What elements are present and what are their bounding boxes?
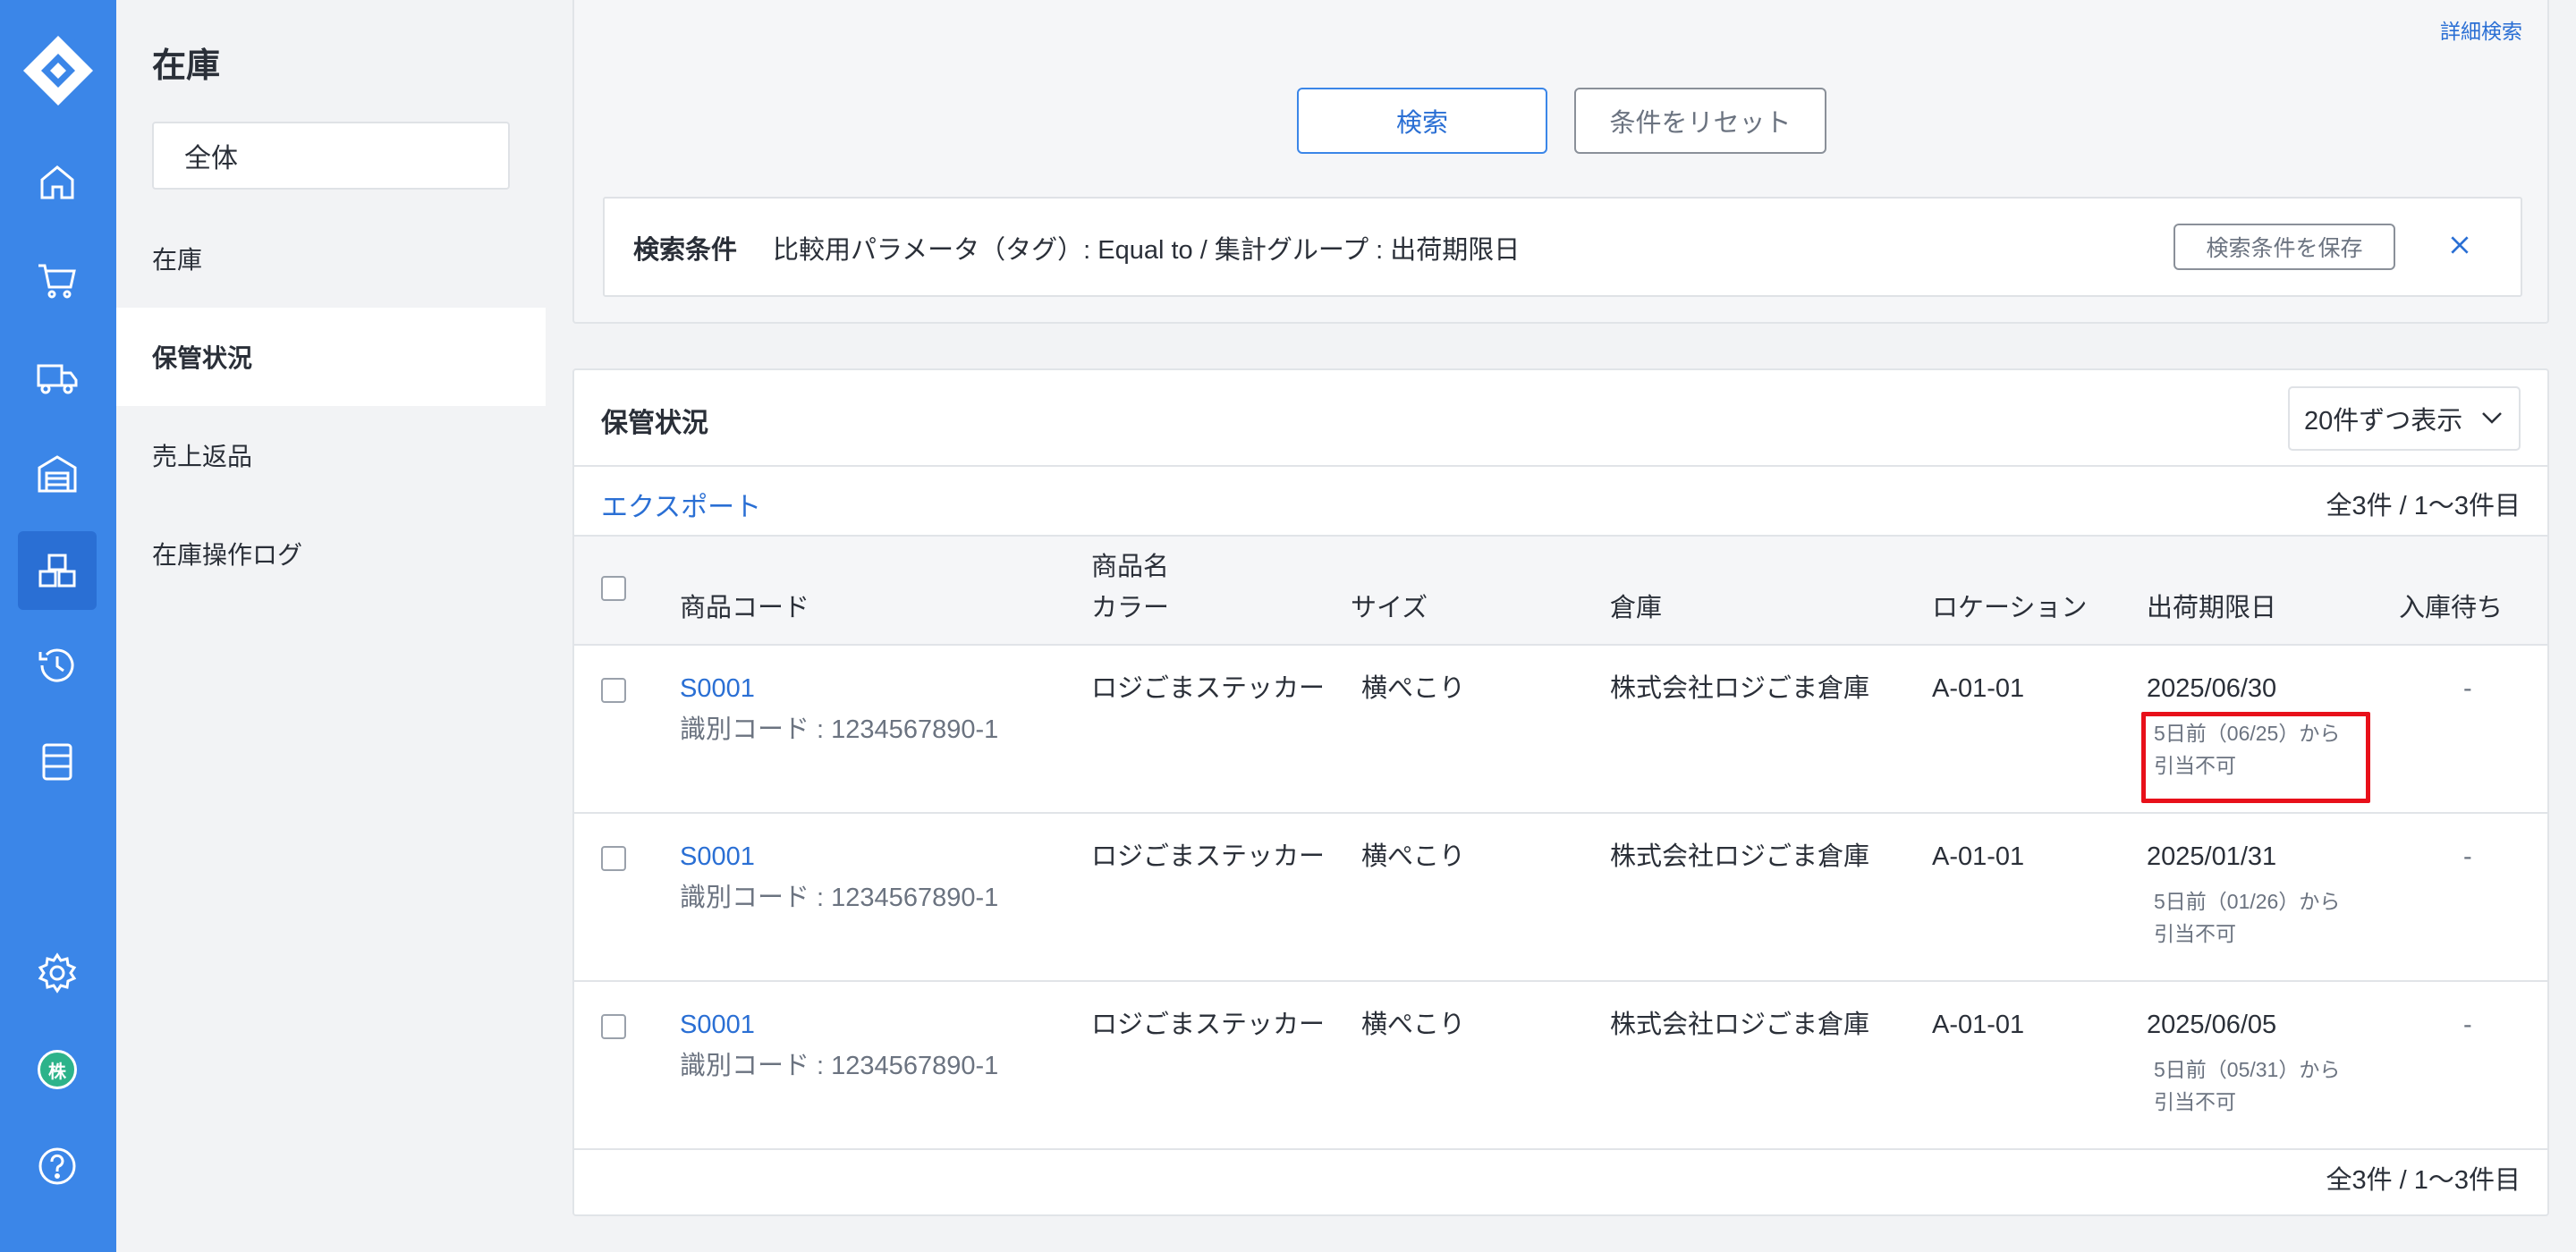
location: A-01-01 (1932, 674, 2025, 703)
warehouse-icon[interactable] (18, 435, 97, 513)
pending: - (2463, 1011, 2472, 1039)
sidebar-item-operation-log[interactable]: 在庫操作ログ (116, 504, 546, 603)
truck-icon[interactable] (18, 338, 97, 417)
results-title: 保管状況 (601, 409, 708, 438)
warehouse: 株式会社ロジごま倉庫 (1610, 1011, 1870, 1039)
close-icon[interactable] (2440, 225, 2479, 265)
results-panel: 保管状況 20件ずつ表示 エクスポート 全3件 / 1〜3件目 商品コード 商品… (572, 368, 2549, 1216)
select-all-checkbox[interactable] (601, 576, 626, 601)
deadline-note: 5日前（01/26）から (2154, 890, 2341, 913)
size: 横ぺこり (1361, 842, 1466, 871)
gear-icon[interactable] (18, 934, 97, 1012)
sidebar-item-inventory[interactable]: 在庫 (116, 209, 546, 308)
table-row[interactable]: S0001 識別コード : 1234567890-1 ロジごまステッカー 横ぺこ… (574, 646, 2547, 814)
col-code: 商品コード (680, 594, 810, 622)
table-header: 商品コード 商品名 カラー サイズ 倉庫 ロケーション 出荷期限日 入庫待ち (574, 537, 2547, 646)
save-condition-button[interactable]: 検索条件を保存 (2174, 224, 2395, 270)
id-code: 識別コード : 1234567890-1 (680, 715, 999, 744)
sidebar-title: 在庫 (152, 47, 221, 85)
deadline: 2025/06/30 (2147, 674, 2277, 703)
scope-select[interactable]: 全体 (152, 122, 510, 190)
cart-icon[interactable] (18, 241, 97, 320)
search-panel: 詳細検索 検索 条件をリセット 検索条件 比較用パラメータ（タグ）: Equal… (572, 0, 2549, 324)
results-toolbar: エクスポート 全3件 / 1〜3件目 (574, 467, 2547, 537)
deadline-status: 引当不可 (2154, 1090, 2236, 1113)
product-code-link[interactable]: S0001 (680, 671, 755, 706)
pending: - (2463, 674, 2472, 703)
col-deadline: 出荷期限日 (2147, 594, 2277, 622)
col-color: カラー (1091, 594, 1170, 622)
col-size: サイズ (1351, 594, 1428, 622)
deadline: 2025/01/31 (2147, 842, 2277, 871)
inventory-icon[interactable] (18, 531, 97, 610)
export-link[interactable]: エクスポート (601, 485, 761, 524)
row-checkbox[interactable] (601, 846, 626, 871)
history-icon[interactable] (18, 626, 97, 705)
table-row[interactable]: S0001 識別コード : 1234567890-1 ロジごまステッカー 横ぺこ… (574, 814, 2547, 982)
pending: - (2463, 842, 2472, 871)
condition-label: 検索条件 (633, 236, 738, 265)
main-content: 詳細検索 検索 条件をリセット 検索条件 比較用パラメータ（タグ）: Equal… (546, 0, 2576, 1252)
search-button[interactable]: 検索 (1297, 88, 1547, 154)
per-page-value: 20件ずつ表示 (2304, 407, 2463, 436)
size: 横ぺこり (1361, 1011, 1466, 1039)
sidebar: 在庫 全体 在庫 保管状況 売上返品 在庫操作ログ (116, 0, 546, 1252)
advanced-search-link[interactable]: 詳細検索 (2440, 14, 2522, 45)
condition-text: 比較用パラメータ（タグ）: Equal to / 集計グループ : 出荷期限日 (773, 236, 1521, 265)
location: A-01-01 (1932, 1011, 2025, 1039)
product-code-link[interactable]: S0001 (680, 1007, 755, 1043)
deadline: 2025/06/05 (2147, 1011, 2277, 1039)
chevron-down-icon (2482, 412, 2502, 424)
product-name: ロジごまステッカー (1091, 1011, 1326, 1039)
deadline-note: 5日前（05/31）から (2154, 1058, 2341, 1081)
logo-icon[interactable] (20, 32, 97, 109)
avatar[interactable]: 株 (18, 1030, 97, 1109)
location: A-01-01 (1932, 842, 2025, 871)
product-name: ロジごまステッカー (1091, 674, 1326, 703)
sidebar-item-storage[interactable]: 保管状況 (116, 308, 546, 406)
footer-result-count: 全3件 / 1〜3件目 (2326, 1166, 2521, 1195)
results-header: 保管状況 20件ずつ表示 (574, 370, 2547, 467)
id-code: 識別コード : 1234567890-1 (680, 1052, 999, 1080)
row-checkbox[interactable] (601, 678, 626, 703)
col-location: ロケーション (1932, 594, 2088, 622)
warehouse: 株式会社ロジごま倉庫 (1610, 842, 1870, 871)
product-code-link[interactable]: S0001 (680, 839, 755, 875)
id-code: 識別コード : 1234567890-1 (680, 884, 999, 912)
sidebar-item-sales-returns[interactable]: 売上返品 (116, 406, 546, 504)
col-name: 商品名 (1091, 553, 1170, 581)
size: 横ぺこり (1361, 674, 1466, 703)
help-icon[interactable] (18, 1127, 97, 1205)
result-count: 全3件 / 1〜3件目 (2326, 492, 2521, 520)
search-condition-box: 検索条件 比較用パラメータ（タグ）: Equal to / 集計グループ : 出… (603, 197, 2522, 297)
icon-rail: 株 (0, 0, 116, 1252)
highlight-box (2141, 712, 2370, 803)
reset-button[interactable]: 条件をリセット (1574, 88, 1826, 154)
deadline-status: 引当不可 (2154, 922, 2236, 945)
col-warehouse: 倉庫 (1610, 594, 1663, 622)
product-name: ロジごまステッカー (1091, 842, 1326, 871)
home-icon[interactable] (18, 143, 97, 222)
col-pending: 入庫待ち (2399, 594, 2504, 622)
list-icon[interactable] (18, 723, 97, 801)
warehouse: 株式会社ロジごま倉庫 (1610, 674, 1870, 703)
row-checkbox[interactable] (601, 1014, 626, 1039)
table-row[interactable]: S0001 識別コード : 1234567890-1 ロジごまステッカー 横ぺこ… (574, 982, 2547, 1150)
per-page-select[interactable]: 20件ずつ表示 (2288, 386, 2521, 451)
